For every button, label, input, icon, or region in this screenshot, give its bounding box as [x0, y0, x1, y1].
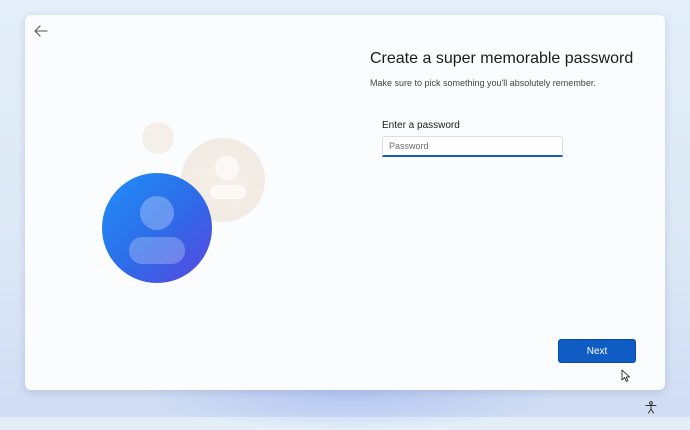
user-avatar-icon	[102, 173, 212, 283]
account-illustration	[102, 122, 265, 283]
accessibility-icon	[645, 400, 657, 413]
next-button[interactable]: Next	[558, 339, 636, 363]
decor-bubble-head	[215, 156, 239, 180]
decor-bubble-small	[142, 122, 174, 154]
password-input[interactable]	[382, 136, 563, 157]
page-subtitle: Make sure to pick something you'll absol…	[370, 78, 596, 88]
page-title: Create a super memorable password	[370, 50, 634, 67]
setup-dialog: Create a super memorable password Make s…	[25, 15, 665, 390]
mouse-pointer-icon	[621, 369, 630, 382]
password-label: Enter a password	[382, 120, 460, 131]
decor-bubble-body	[210, 185, 246, 199]
accessibility-button[interactable]	[644, 400, 658, 414]
